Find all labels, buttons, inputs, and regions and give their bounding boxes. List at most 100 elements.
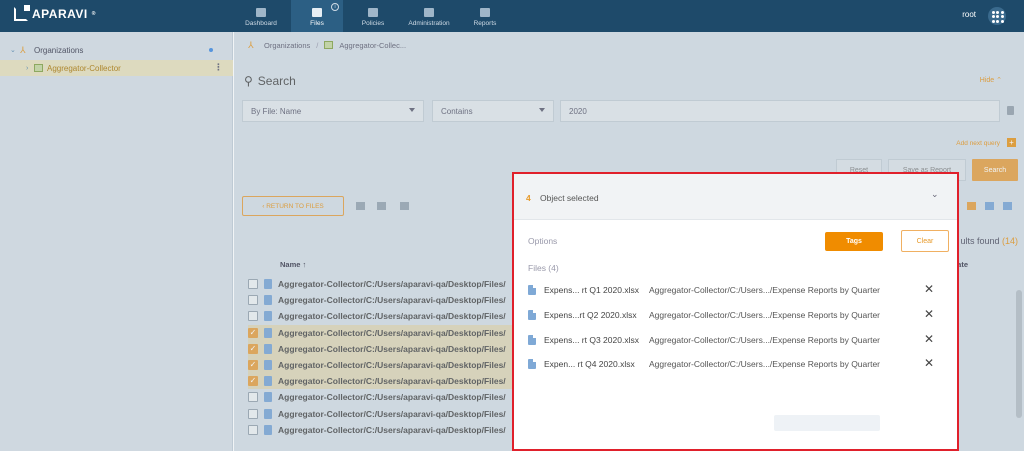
table-row[interactable]: ✓ Aggregator-Collector/C:/Users/aparavi-q… [248,373,518,390]
tree-item-aggregator-collector[interactable]: › Aggregator-Collector ⋮ [0,60,233,76]
row-checkbox[interactable]: ✓ [248,376,258,387]
file-icon [264,424,272,435]
nav-reports[interactable]: Reports [459,0,511,32]
table-row[interactable]: Aggregator-Collector/C:/Users/aparavi-qa… [248,422,518,438]
table-row[interactable]: Aggregator-Collector/C:/Users/aparavi-qa… [248,406,518,422]
file-icon [264,279,272,289]
add-next-query-link[interactable]: Add next query [956,140,1000,147]
return-label: RETURN TO FILES [266,202,324,210]
remove-file-icon[interactable]: ✕ [924,333,934,345]
search-icon: ⚲ [244,74,253,88]
more-options-icon[interactable]: ⋮ [214,62,223,73]
file-icon [264,327,272,338]
row-file-path: Aggregator-Collector/C:/Users/aparavi-qa… [278,360,506,370]
grid-view-icon[interactable] [985,202,994,210]
tree-item-organizations[interactable]: ⌄ ⅄ Organizations [0,42,233,58]
row-checkbox[interactable] [248,392,258,403]
folder-move-icon[interactable] [377,202,386,210]
file-icon [264,392,272,403]
search-section-title: ⚲ Search [244,74,296,88]
search-value-text: 2020 [569,106,587,116]
table-row[interactable]: Aggregator-Collector/C:/Users/aparavi-qa… [248,389,518,405]
panel-header[interactable]: 4 Object selected ⌄ [514,174,957,220]
table-row[interactable]: Aggregator-Collector/C:/Users/aparavi-qa… [248,292,518,308]
file-icon [264,311,272,322]
user-menu[interactable]: root [962,10,976,19]
selected-count: 4 [526,193,531,203]
row-file-path: Aggregator-Collector/C:/Users/aparavi-qa… [278,343,506,354]
organization-icon: ⅄ [20,45,26,55]
organization-icon: ⅄ [248,40,254,50]
remove-file-icon[interactable]: ✕ [924,357,934,369]
selected-file-row: Expens...rt Q2 2020.xlsx Aggregator-Coll… [528,307,948,323]
row-checkbox[interactable]: ✓ [248,343,258,354]
chevron-right-icon[interactable]: › [26,65,32,72]
table-row[interactable]: ✓ Aggregator-Collector/C:/Users/aparavi-q… [248,357,518,373]
aparavi-logo[interactable]: APARAVI ® [14,5,96,21]
chevron-down-icon[interactable]: ⌄ [931,189,941,199]
breadcrumb-separator: / [316,40,319,50]
edit-list-icon[interactable] [356,202,365,210]
chevron-down-icon[interactable]: ⌄ [10,46,16,54]
tags-button[interactable]: Tags [825,232,883,251]
status-dot-icon [209,48,213,52]
nav-policies[interactable]: Policies [347,0,399,32]
top-navigation-bar: APARAVI ® Dashboard i Files Policies Admi… [0,0,1024,32]
remove-file-icon[interactable]: ✕ [924,283,934,295]
table-row[interactable]: ✓ Aggregator-Collector/C:/Users/aparavi-q… [248,324,518,341]
nav-files[interactable]: i Files [291,0,343,32]
file-icon [264,343,272,354]
return-to-files-button[interactable]: ‹ RETURN TO FILES [242,196,344,216]
results-number: (14) [1001,236,1018,246]
panel-placeholder [774,415,880,431]
table-row[interactable]: ✓ Aggregator-Collector/C:/Users/aparavi-q… [248,340,518,357]
row-file-path: Aggregator-Collector/C:/Users/aparavi-qa… [278,327,506,338]
row-file-path: Aggregator-Collector/C:/Users/aparavi-qa… [278,392,506,403]
row-checkbox[interactable] [248,424,258,435]
delete-query-icon[interactable] [1007,106,1014,115]
vertical-scrollbar[interactable] [1016,290,1022,418]
row-checkbox[interactable]: ✓ [248,360,258,370]
table-row[interactable]: Aggregator-Collector/C:/Users/aparavi-qa… [248,276,518,292]
files-count-label: Files (4) [528,263,559,273]
nav-label: Policies [361,20,385,27]
breadcrumb-organizations[interactable]: Organizations [264,41,310,50]
search-operator-select[interactable]: Contains [432,100,554,122]
row-checkbox[interactable] [248,311,258,322]
info-icon[interactable]: i [331,3,339,11]
row-file-path: Aggregator-Collector/C:/Users/aparavi-qa… [278,376,506,387]
hide-search-toggle[interactable]: Hide ⌃ [980,76,1002,84]
file-name: Expens... rt Q1 2020.xlsx [544,285,639,295]
file-name: Expen... rt Q4 2020.xlsx [544,359,635,369]
column-header-name[interactable]: Name ↑ [280,260,306,269]
search-button[interactable]: Search [972,159,1018,181]
apps-grid-icon[interactable] [988,7,1006,25]
row-checkbox[interactable] [248,408,258,419]
file-icon [528,285,536,295]
clear-button[interactable]: Clear [901,230,949,252]
download-icon[interactable] [400,202,409,210]
row-checkbox[interactable]: ✓ [248,327,258,338]
row-checkbox[interactable] [248,295,258,306]
add-query-plus-icon[interactable]: + [1007,138,1016,147]
row-checkbox[interactable] [248,279,258,289]
table-row[interactable]: Aggregator-Collector/C:/Users/aparavi-qa… [248,308,518,324]
tree-item-label: Aggregator-Collector [47,63,121,73]
caret-down-icon [409,108,415,112]
selected-file-row: Expen... rt Q4 2020.xlsx Aggregator-Coll… [528,356,948,372]
gear-icon [368,8,378,17]
list-view-icon[interactable] [967,202,976,210]
brand-name: APARAVI [32,7,88,21]
nav-dashboard[interactable]: Dashboard [235,0,287,32]
search-value-input[interactable]: 2020 [560,100,1000,122]
tile-view-icon[interactable] [1003,202,1012,210]
logo-mark-icon [14,5,30,21]
file-icon [264,376,272,387]
breadcrumb-collector[interactable]: Aggregator-Collec... [339,41,406,50]
search-field-select[interactable]: By File: Name [242,100,424,122]
row-file-path: Aggregator-Collector/C:/Users/aparavi-qa… [278,295,506,306]
file-icon [264,408,272,419]
row-file-path: Aggregator-Collector/C:/Users/aparavi-qa… [278,311,506,322]
nav-administration[interactable]: Administration [403,0,455,32]
remove-file-icon[interactable]: ✕ [924,308,934,320]
